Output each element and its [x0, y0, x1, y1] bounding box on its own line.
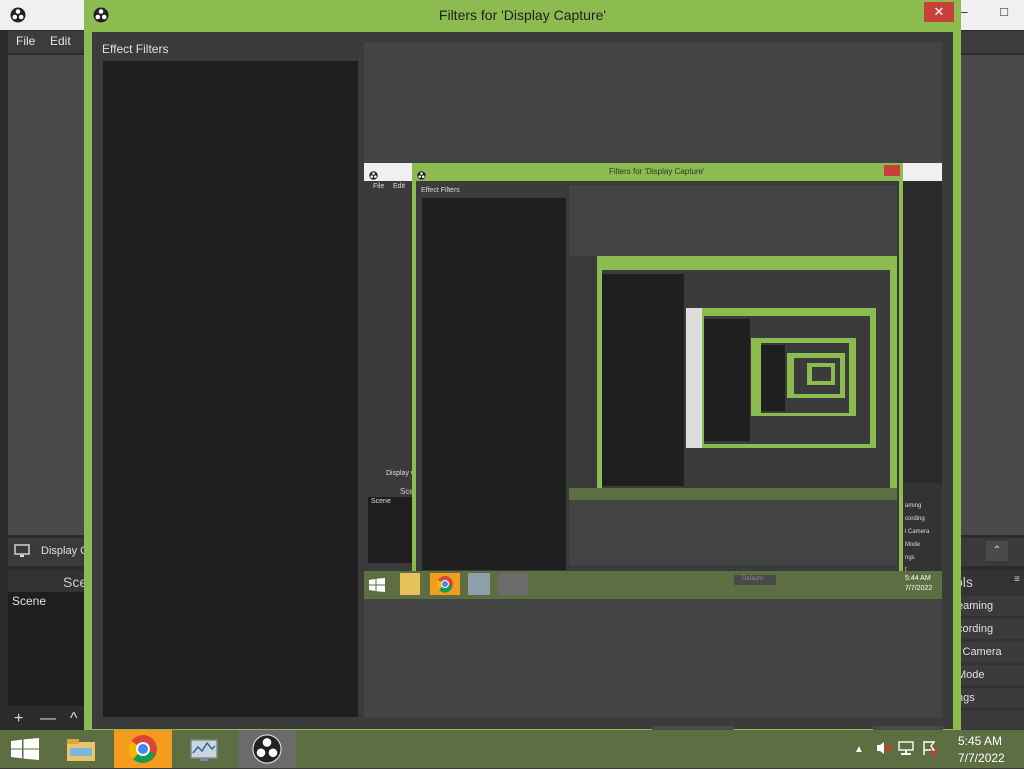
mini-explorer-icon: [400, 573, 420, 595]
controls-menu-icon: ≡: [1014, 574, 1020, 585]
close-icon[interactable]: ✕: [924, 2, 954, 22]
level5-effect-list: [761, 345, 785, 411]
mini-clock-date: 7/7/2022: [905, 585, 933, 592]
mini-control-1: cording: [905, 516, 925, 522]
mini-filters-title: Filters for 'Display Capture': [609, 167, 705, 176]
mini-effect-list: [422, 198, 566, 570]
mini-control-3: Mode: [905, 542, 921, 548]
monitor-icon: [14, 544, 30, 563]
exit-button[interactable]: t: [953, 711, 1024, 729]
mini-scene-item: Scene: [371, 498, 391, 505]
mini-close-icon: [884, 165, 900, 176]
start-streaming-button[interactable]: eaming: [953, 596, 1024, 616]
menu-file[interactable]: File: [16, 34, 35, 48]
mini-windows-icon: [369, 578, 385, 597]
taskbar-file-explorer[interactable]: [58, 730, 104, 768]
add-scene-icon[interactable]: +: [14, 710, 23, 728]
mini-titlebuttons: [904, 163, 942, 181]
obs-app-icon: [252, 734, 282, 769]
taskbar-chrome[interactable]: [114, 730, 172, 768]
level4-obs-left: [686, 308, 702, 448]
level3-obs-left: [569, 256, 597, 500]
tray-chevron-up-icon[interactable]: ▲: [854, 744, 864, 755]
mini-clock-time: 5:44 AM: [905, 575, 931, 582]
mini-obs-task-icon: [498, 573, 528, 595]
scene-list-item[interactable]: Scene: [12, 594, 46, 608]
start-recording-button[interactable]: cording: [953, 619, 1024, 639]
taskbar-monitor-app[interactable]: [180, 730, 230, 768]
source-name-label: Display C: [41, 545, 89, 557]
filters-titlebar: Filters for 'Display Capture' ✕: [84, 0, 961, 32]
effect-filters-label: Effect Filters: [102, 42, 169, 56]
maximize-button[interactable]: □: [984, 0, 1024, 22]
file-explorer-icon: [66, 736, 96, 767]
action-center-icon[interactable]: [922, 740, 938, 761]
level7-body: [812, 367, 831, 381]
obs-logo-icon: [10, 7, 26, 28]
resource-monitor-icon: [188, 735, 220, 768]
mini-chrome-logo-icon: [436, 575, 454, 598]
mini-menu-file: File: [373, 183, 385, 190]
taskbar-obs[interactable]: [238, 730, 296, 768]
settings-button[interactable]: ngs: [953, 688, 1024, 708]
mini-monitor-app-icon: [468, 573, 490, 595]
remove-scene-icon[interactable]: —: [40, 710, 56, 728]
recursive-display-capture: File Edit Display C Sce Scene Filters fo…: [364, 163, 942, 599]
level3-taskbar: [569, 488, 897, 500]
menu-edit[interactable]: Edit: [50, 34, 71, 48]
clock-date[interactable]: 7/7/2022: [958, 751, 1005, 765]
mini-control-4: ngs: [905, 555, 915, 561]
start-button[interactable]: [5, 730, 45, 768]
mini-scene-list: [368, 497, 412, 563]
scene-list: [8, 592, 88, 706]
level3-effect-list: [602, 274, 684, 486]
network-icon[interactable]: [898, 740, 914, 761]
level4-effect-list: [704, 319, 750, 441]
source-settings-spinner[interactable]: ⌃: [986, 541, 1008, 561]
clock-time[interactable]: 5:45 AM: [958, 734, 1002, 748]
mini-control-0: aming: [905, 503, 922, 509]
virtual-camera-button[interactable]: l Camera: [953, 642, 1024, 662]
chrome-icon: [128, 734, 158, 769]
mini-defaults-label: Defaults: [742, 576, 765, 582]
windows-logo-icon: [11, 738, 39, 765]
volume-muted-icon[interactable]: [876, 740, 892, 761]
move-up-icon[interactable]: ^: [70, 710, 78, 728]
filters-title: Filters for 'Display Capture': [438, 7, 607, 23]
mini-effect-filters-label: Effect Filters: [421, 187, 460, 194]
studio-mode-button[interactable]: Mode: [953, 665, 1024, 685]
effect-filters-list[interactable]: [103, 61, 358, 717]
mini-menu-edit: Edit: [393, 183, 406, 190]
mini-control-2: l Camera: [905, 529, 930, 535]
